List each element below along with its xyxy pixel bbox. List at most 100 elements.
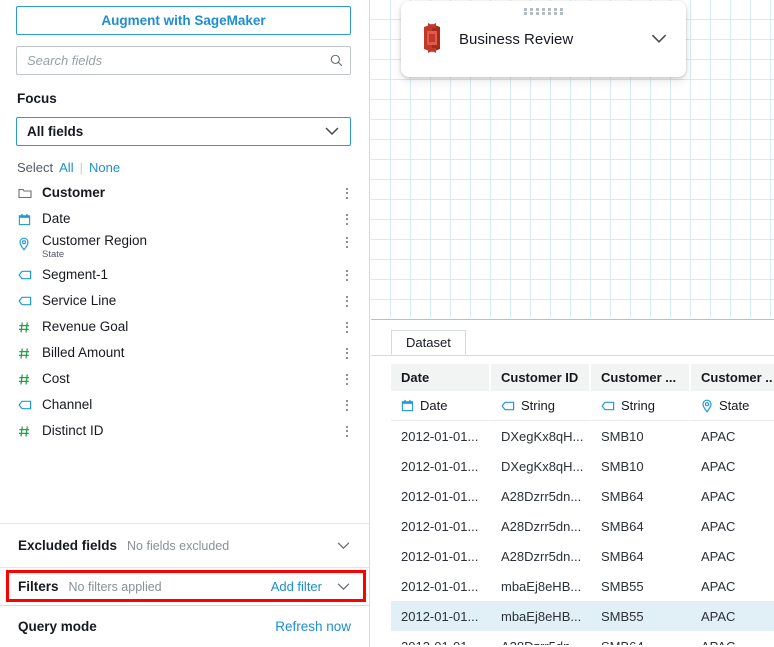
refresh-now-link[interactable]: Refresh now: [275, 619, 351, 634]
table-row[interactable]: 2012-01-01...mbaEj8eHB...SMB55APAC: [391, 601, 774, 631]
table-cell: APAC: [691, 451, 774, 481]
field-row-service-line[interactable]: Service Line: [0, 288, 369, 314]
field-name: Segment-1: [42, 267, 108, 283]
field-row-segment-1[interactable]: Segment-1: [0, 262, 369, 288]
table-cell: A28Dzrr5dn...: [491, 481, 591, 511]
select-none-link[interactable]: None: [89, 160, 120, 175]
chevron-down-icon[interactable]: [336, 579, 351, 594]
field-options-kebab-icon[interactable]: [339, 396, 355, 414]
field-text: Channel: [42, 397, 92, 413]
string-icon: [18, 270, 42, 280]
table-cell: DXegKx8qH...: [491, 451, 591, 481]
column-header-0[interactable]: Date: [391, 364, 491, 391]
add-filter-link[interactable]: Add filter: [271, 579, 322, 594]
tab-dataset[interactable]: Dataset: [391, 330, 466, 355]
field-text: Customer: [42, 185, 105, 201]
field-name: Channel: [42, 397, 92, 413]
field-text: Service Line: [42, 293, 116, 309]
column-type-3[interactable]: State: [691, 391, 774, 421]
table-cell: SMB55: [591, 601, 691, 631]
search-icon[interactable]: [322, 54, 350, 67]
table-cell: A28Dzrr5dn...: [491, 511, 591, 541]
table-cell: SMB10: [591, 421, 691, 451]
field-row-channel[interactable]: Channel: [0, 392, 369, 418]
table-cell: APAC: [691, 601, 774, 631]
table-row[interactable]: 2012-01-01...A28Dzrr5dn...SMB64APAC: [391, 541, 774, 571]
geo-pin-icon: [18, 233, 42, 251]
field-row-cost[interactable]: Cost: [0, 366, 369, 392]
field-options-kebab-icon[interactable]: [339, 318, 355, 336]
number-icon: [18, 373, 42, 386]
table-cell: A28Dzrr5dn...: [491, 631, 591, 645]
table-cell: APAC: [691, 541, 774, 571]
table-cell: 2012-01-01...: [391, 421, 491, 451]
column-header-1[interactable]: Customer ID: [491, 364, 591, 391]
query-mode-section[interactable]: Query mode Refresh now: [0, 605, 369, 647]
table-cell: 2012-01-01...: [391, 601, 491, 631]
table-cell: DXegKx8qH...: [491, 421, 591, 451]
field-list: Customer DateCustomer RegionState Segment-…: [0, 180, 369, 520]
field-text: Revenue Goal: [42, 319, 128, 335]
field-options-kebab-icon[interactable]: [339, 210, 355, 228]
field-name: Distinct ID: [42, 423, 104, 439]
table-cell: 2012-01-01...: [391, 511, 491, 541]
field-row-customer-region[interactable]: Customer RegionState: [0, 232, 369, 262]
field-text: Segment-1: [42, 267, 108, 283]
field-row-revenue-goal[interactable]: Revenue Goal: [0, 314, 369, 340]
field-row-billed-amount[interactable]: Billed Amount: [0, 340, 369, 366]
column-type-1[interactable]: String: [491, 391, 591, 421]
table-body: 2012-01-01...DXegKx8qH...SMB10APAC2012-0…: [391, 421, 774, 645]
field-options-kebab-icon[interactable]: [339, 233, 355, 251]
select-separator: |: [80, 160, 83, 175]
chevron-down-icon: [324, 124, 340, 139]
field-name: Customer Region: [42, 233, 147, 249]
excluded-fields-status: No fields excluded: [127, 539, 229, 553]
table-cell: 2012-01-01...: [391, 541, 491, 571]
string-icon: [501, 401, 515, 411]
table-row[interactable]: 2012-01-01...A28Dzrr5dn...SMB64APAC: [391, 481, 774, 511]
chevron-down-icon[interactable]: [650, 32, 668, 47]
table-cell: SMB55: [591, 571, 691, 601]
calendar-icon: [401, 399, 414, 412]
augment-with-sagemaker-button[interactable]: Augment with SageMaker: [16, 6, 351, 35]
column-type-0[interactable]: Date: [391, 391, 491, 421]
field-options-kebab-icon[interactable]: [339, 344, 355, 362]
column-type-2[interactable]: String: [591, 391, 691, 421]
table-row[interactable]: 2012-01-01...DXegKx8qH...SMB10APAC: [391, 451, 774, 481]
chevron-down-icon[interactable]: [336, 538, 351, 553]
table-row[interactable]: 2012-01-01...A28Dzrr5dn...SMB64APAC: [391, 511, 774, 541]
column-header-3[interactable]: Customer ..: [691, 364, 774, 391]
table-cell: SMB64: [591, 541, 691, 571]
focus-select[interactable]: All fields: [16, 117, 351, 146]
folder-icon: [18, 187, 42, 199]
number-icon: [18, 425, 42, 438]
search-fields-input[interactable]: [17, 53, 322, 68]
field-row-customer[interactable]: Customer: [0, 180, 369, 206]
field-text: Customer RegionState: [42, 233, 147, 260]
field-options-kebab-icon[interactable]: [339, 292, 355, 310]
field-options-kebab-icon[interactable]: [339, 184, 355, 202]
dataset-card-title: Business Review: [459, 31, 573, 48]
field-options-kebab-icon[interactable]: [339, 370, 355, 388]
preview-table: DateCustomer IDCustomer ...Customer .. D…: [391, 364, 774, 645]
select-all-link[interactable]: All: [59, 160, 73, 175]
table-cell: SMB64: [591, 481, 691, 511]
dataset-source-card[interactable]: Business Review: [401, 1, 686, 77]
table-row[interactable]: 2012-01-01...DXegKx8qH...SMB10APAC: [391, 421, 774, 451]
excluded-fields-section[interactable]: Excluded fields No fields excluded: [0, 523, 369, 567]
drag-handle-dots[interactable]: [524, 8, 564, 14]
field-row-date[interactable]: Date: [0, 206, 369, 232]
field-text: Cost: [42, 371, 70, 387]
filters-section[interactable]: Filters No filters applied Add filter: [0, 567, 369, 605]
field-options-kebab-icon[interactable]: [339, 422, 355, 440]
field-options-kebab-icon[interactable]: [339, 266, 355, 284]
fields-sidebar: Augment with SageMaker Focus All fields …: [0, 0, 370, 647]
table-row[interactable]: 2012-01-01...mbaEj8eHB...SMB55APAC: [391, 571, 774, 601]
search-fields-container[interactable]: [16, 46, 351, 75]
field-name: Service Line: [42, 293, 116, 309]
table-row[interactable]: 2012-01-01...A28Dzrr5dn...SMB64APAC: [391, 631, 774, 645]
column-header-2[interactable]: Customer ...: [591, 364, 691, 391]
field-row-distinct-id[interactable]: Distinct ID: [0, 418, 369, 444]
table-cell: A28Dzrr5dn...: [491, 541, 591, 571]
table-cell: APAC: [691, 511, 774, 541]
